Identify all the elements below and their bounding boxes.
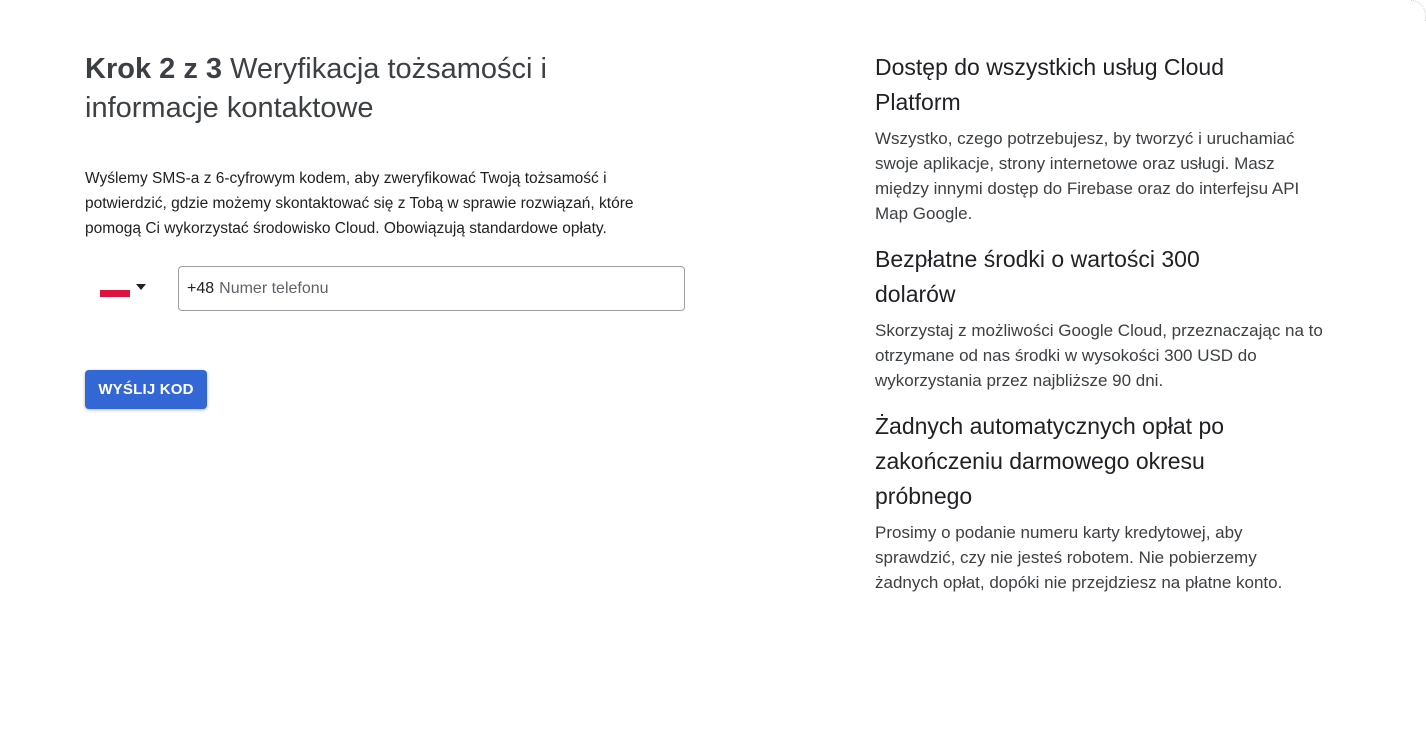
benefit-cloud-access: Dostęp do wszystkich usług Cloud Platfor… — [875, 50, 1345, 226]
benefit-text: Prosimy o podanie numeru karty kredytowe… — [875, 523, 1283, 592]
verification-form: Krok 2 z 3 Weryfikacja tożsamości i info… — [85, 50, 705, 409]
step-heading: Krok 2 z 3 Weryfikacja tożsamości i info… — [85, 50, 605, 128]
phone-number-row: +48 — [85, 266, 705, 312]
caret-down-icon — [136, 284, 146, 290]
benefit-free-credits: Bezpłatne środki o wartości 300 dolarów … — [875, 242, 1345, 393]
country-code-dropdown[interactable] — [85, 266, 165, 312]
corner-decoration — [1411, 0, 1426, 21]
poland-flag-icon — [100, 283, 130, 297]
benefit-text: Wszystko, czego potrzebujesz, by tworzyć… — [875, 129, 1300, 223]
benefit-text: Skorzystaj z możliwości Google Cloud, pr… — [875, 321, 1323, 390]
phone-number-field[interactable]: +48 — [178, 266, 685, 311]
benefit-title: Żadnych automatycznych opłat po zakończe… — [875, 413, 1225, 509]
country-prefix: +48 — [187, 279, 215, 297]
verification-description: Wyślemy SMS-a z 6-cyfrowym kodem, aby zw… — [85, 170, 634, 237]
phone-number-input[interactable] — [219, 279, 660, 298]
benefit-title: Bezpłatne środki o wartości 300 dolarów — [875, 246, 1200, 307]
send-code-button[interactable]: WYŚLIJ KOD — [85, 370, 207, 409]
verification-page: Krok 2 z 3 Weryfikacja tożsamości i info… — [0, 0, 1426, 745]
benefit-no-automatic-charges: Żadnych automatycznych opłat po zakończe… — [875, 409, 1345, 595]
benefit-title: Dostęp do wszystkich usług Cloud Platfor… — [875, 54, 1224, 115]
free-trial-benefits: Dostęp do wszystkich usług Cloud Platfor… — [875, 50, 1345, 595]
step-counter: Krok 2 z 3 — [85, 53, 222, 85]
